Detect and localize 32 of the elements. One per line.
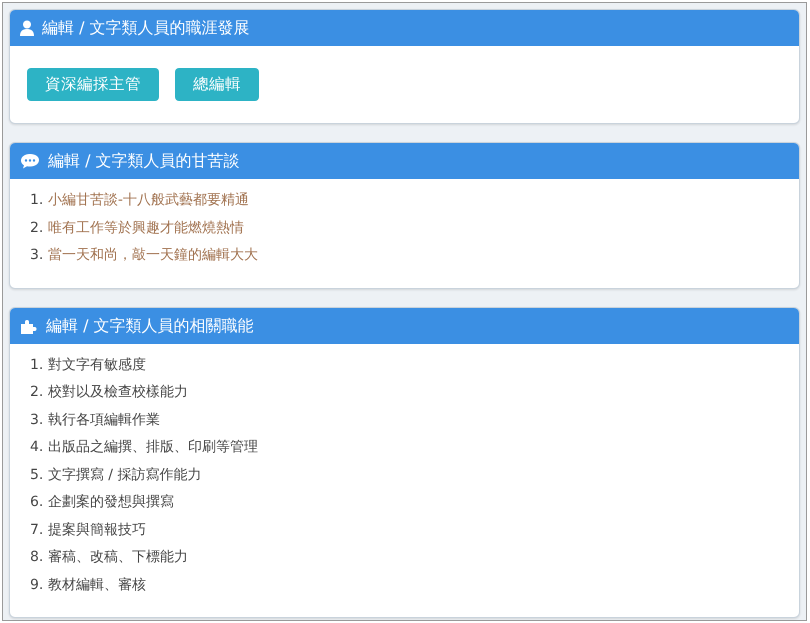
item-number: 7. [30, 522, 44, 538]
skill-text: 審稿、改稿、下標能力 [48, 549, 188, 566]
skill-text: 文字撰寫 / 採訪寫作能力 [48, 466, 202, 483]
skill-text: 執行各項編輯作業 [48, 412, 160, 428]
item-number: 2. [30, 384, 44, 400]
chat-bubble-icon [20, 153, 40, 170]
job-title-button[interactable]: 資深編採主管 [27, 68, 159, 102]
item-number: 9. [30, 576, 44, 593]
job-title-button[interactable]: 總編輯 [175, 68, 259, 102]
item-number: 8. [30, 549, 44, 566]
skill-text: 提案與簡報技巧 [48, 522, 146, 538]
panel-title: 編輯 / 文字類人員的職涯發展 [42, 17, 250, 39]
puzzle-icon [20, 318, 38, 334]
item-number: 1. [30, 356, 44, 373]
user-icon [20, 20, 34, 36]
skill-text: 校對以及檢查校樣能力 [48, 384, 188, 400]
article-link[interactable]: 唯有工作等於興趣才能燃燒熱情 [48, 220, 244, 236]
item-number: 3. [30, 412, 44, 428]
panel-title: 編輯 / 文字類人員的甘苦談 [48, 150, 240, 172]
item-number: 4. [30, 439, 44, 456]
skill-text: 企劃案的發想與撰寫 [48, 494, 174, 510]
skill-text: 對文字有敏感度 [48, 356, 146, 373]
item-number: 6. [30, 494, 44, 510]
panel-title: 編輯 / 文字類人員的相關職能 [46, 314, 254, 337]
item-number: 3. [30, 247, 44, 264]
article-link[interactable]: 小編甘苦談-十八般武藝都要精通 [48, 192, 249, 208]
item-number: 5. [30, 466, 44, 483]
article-link[interactable]: 當一天和尚，敲一天鐘的編輯大大 [48, 247, 258, 264]
skill-text: 教材編輯、審核 [48, 576, 146, 593]
item-number: 2. [30, 220, 44, 236]
item-number: 1. [30, 192, 44, 208]
skill-text: 出版品之編撰、排版、印刷等管理 [48, 439, 258, 456]
